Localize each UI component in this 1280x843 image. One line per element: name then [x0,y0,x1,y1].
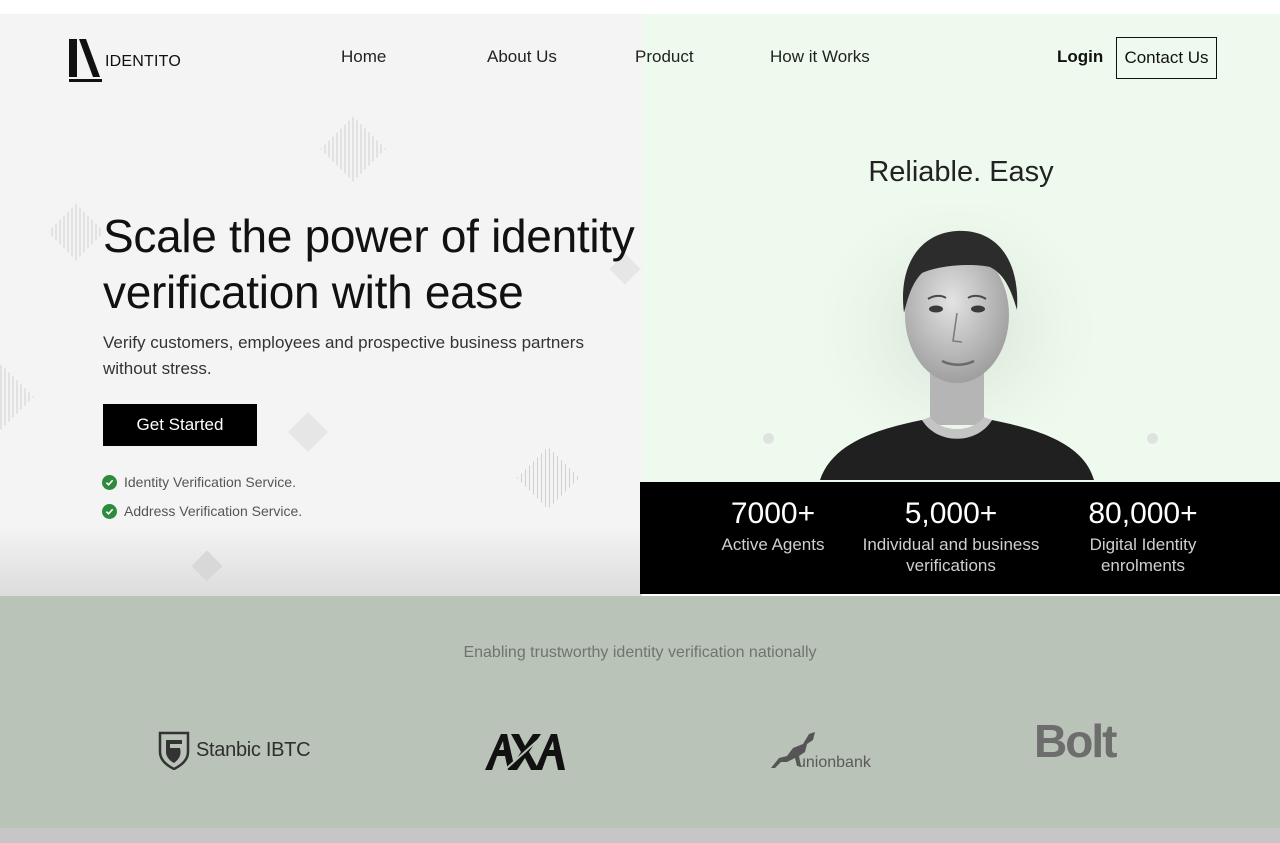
hero-tagline: Reliable. Easy [868,156,1054,188]
partner-logo-axa [485,730,565,772]
nav-how-it-works[interactable]: How it Works [770,47,870,67]
nav-about-us[interactable]: About Us [487,47,557,67]
login-link[interactable]: Login [1057,47,1103,67]
partner-name: unionbank [797,754,871,771]
stat-value: 80,000+ [1088,497,1198,530]
partners-caption: Enabling trustworthy identity verificati… [463,644,817,661]
check-circle-icon [102,503,117,519]
logo-icon [69,39,102,82]
nav-home[interactable]: Home [341,47,386,67]
partner-logo-bolt: Bolt [1034,714,1117,768]
logo-text: IDENTITO [105,53,181,70]
axa-logo [485,731,565,770]
bolt-logo: Bolt [1034,715,1117,767]
feature-label: Address Verification Service. [124,503,303,519]
decor-diamond [47,203,105,261]
stat-value: 5,000+ [904,497,998,530]
contact-us-button[interactable]: Contact Us [1116,37,1217,79]
brand-logo[interactable]: IDENTITO [68,37,181,83]
decor-diamond [320,116,386,182]
decor-diamond [288,412,328,452]
bottom-strip [0,828,1280,843]
check-circle-icon [102,474,117,490]
partner-logo-unionbank: unionbank [769,728,871,771]
stat-item: 7000+ Active Agents [698,496,848,555]
stat-label: Individual and business verifications [862,535,1040,575]
feature-item: Address Verification Service. [102,503,302,519]
hero-headline: Scale the power of identity verification… [103,210,635,318]
partner-name: Stanbic IBTC [196,738,311,761]
partner-logo-stanbic: Stanbic IBTC [158,730,311,770]
get-started-button[interactable]: Get Started [103,404,257,446]
feature-item: Identity Verification Service. [102,474,296,490]
decor-diamond [516,446,580,510]
stat-value: 7000+ [730,497,816,530]
top-strip [0,0,1280,14]
stat-label: Digital Identity enrolments [1089,535,1197,575]
stat-label: Active Agents [721,535,825,554]
stat-item: 80,000+ Digital Identity enrolments [1078,496,1208,576]
decor-dot [763,433,774,444]
feature-label: Identity Verification Service. [124,474,296,490]
decor-diamond [0,364,34,430]
hero-subtext: Verify customers, employees and prospect… [103,333,584,378]
hero-fade [0,526,642,596]
stats-band: 7000+ Active Agents 5,000+ Individual an… [640,482,1280,594]
decor-dot [1147,433,1158,444]
shield-icon [158,731,190,770]
nav-product[interactable]: Product [635,47,694,67]
partners-section: Enabling trustworthy identity verificati… [0,596,1280,828]
portrait-image [812,205,1102,480]
stat-item: 5,000+ Individual and business verificat… [861,496,1041,576]
